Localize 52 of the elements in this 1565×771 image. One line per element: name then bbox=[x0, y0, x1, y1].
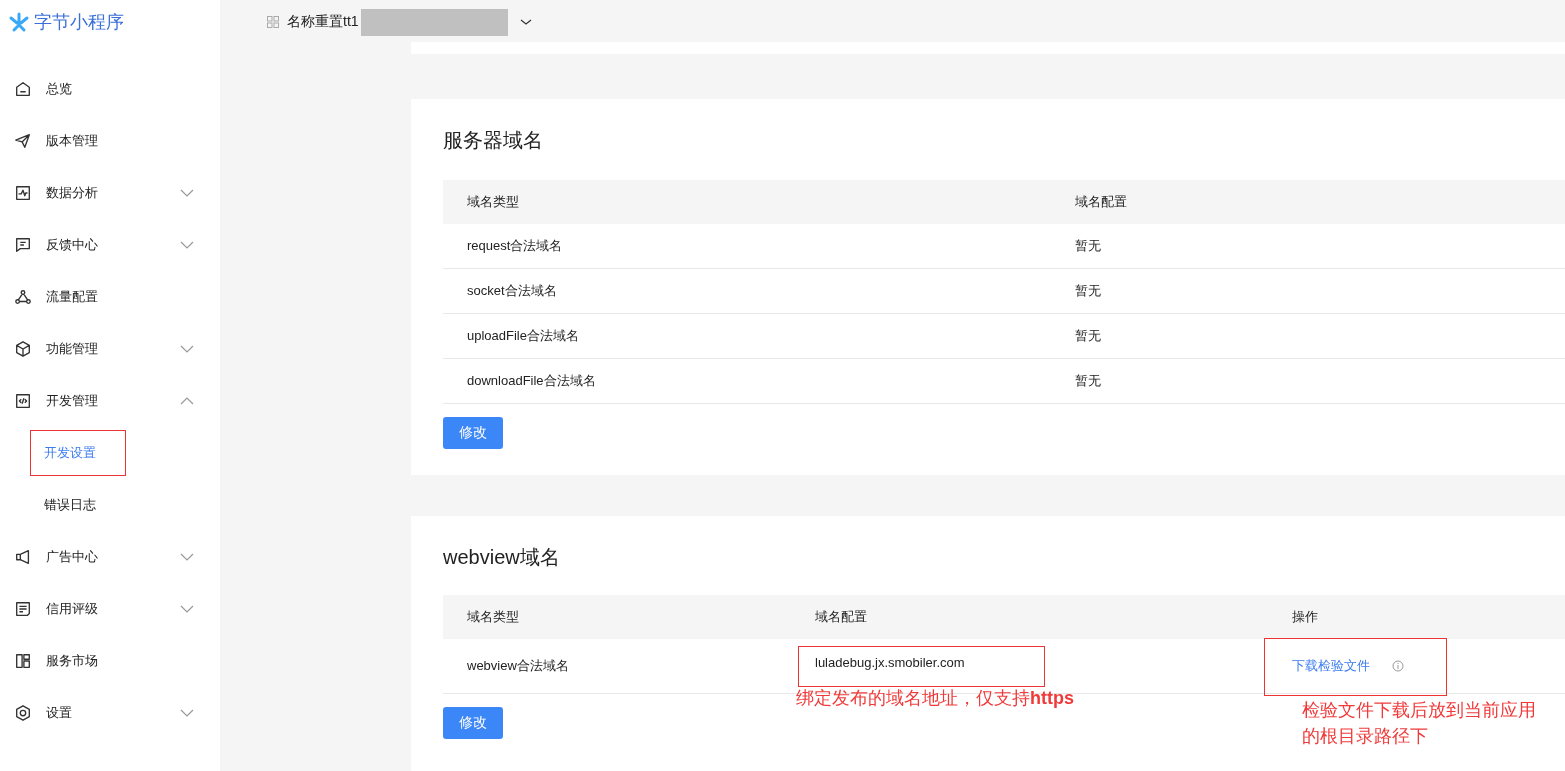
message-icon bbox=[14, 236, 32, 254]
annotation-text: 绑定发布的域名地址，仅支持https bbox=[796, 687, 1074, 710]
download-link[interactable]: 下载检验文件 bbox=[1292, 657, 1370, 675]
column-header: 域名配置 bbox=[1074, 193, 1128, 211]
hex-icon bbox=[14, 704, 32, 722]
edit-button[interactable]: 修改 bbox=[443, 707, 503, 739]
doc-icon bbox=[14, 600, 32, 618]
table-cell-text: socket合法域名 bbox=[466, 282, 558, 300]
speaker-icon bbox=[14, 548, 32, 566]
table-cell-text: 暂无 bbox=[1074, 327, 1102, 345]
nav-subitem[interactable]: 开发设置 bbox=[30, 430, 126, 476]
nav-item[interactable]: 开发管理 bbox=[0, 375, 220, 427]
nav-item[interactable]: 设置 bbox=[0, 687, 220, 739]
layout-icon bbox=[14, 652, 32, 670]
section-title: 服务器域名 bbox=[443, 128, 544, 153]
nav-item[interactable]: 信用评级 bbox=[0, 583, 220, 635]
table-cell-text: request合法域名 bbox=[466, 237, 564, 255]
send-icon bbox=[14, 132, 32, 150]
column-header: 域名配置 bbox=[814, 608, 868, 626]
chevron-icon[interactable] bbox=[519, 18, 532, 26]
table-cell-text: downloadFile合法域名 bbox=[466, 372, 597, 390]
nav-item[interactable]: 服务市场 bbox=[0, 635, 220, 687]
table-cell-text: uploadFile合法域名 bbox=[466, 327, 580, 345]
edit-button[interactable]: 修改 bbox=[443, 417, 503, 449]
column-header: 域名类型 bbox=[466, 193, 520, 211]
nav-item[interactable]: 反馈中心 bbox=[0, 219, 220, 271]
nav-item[interactable]: 版本管理 bbox=[0, 115, 220, 167]
grid-icon bbox=[267, 16, 279, 28]
chart-icon bbox=[14, 184, 32, 202]
section-title: webview域名 bbox=[443, 545, 561, 570]
column-header: 域名类型 bbox=[466, 608, 520, 626]
nodes-icon bbox=[14, 288, 32, 306]
code-icon bbox=[14, 392, 32, 410]
table-cell-text: 暂无 bbox=[1074, 282, 1102, 300]
table-cell-text: 暂无 bbox=[1074, 372, 1102, 390]
logo-text: 字节小程序 bbox=[34, 11, 124, 34]
nav-item[interactable]: 功能管理 bbox=[0, 323, 220, 375]
annotation-text: 检验文件下载后放到当前应用的根目录路径下 bbox=[1302, 699, 1537, 748]
nav-subitem[interactable]: 错误日志 bbox=[30, 482, 126, 528]
info-icon bbox=[1392, 660, 1404, 672]
nav-item[interactable]: 流量配置 bbox=[0, 271, 220, 323]
table-cell: luladebug.jx.smobiler.com bbox=[815, 654, 965, 670]
home-icon bbox=[14, 80, 32, 98]
nav-item[interactable]: 数据分析 bbox=[0, 167, 220, 219]
logo-icon bbox=[8, 11, 30, 33]
app-name[interactable]: 名称重置tt1 bbox=[287, 13, 359, 31]
column-header: 操作 bbox=[1291, 608, 1319, 626]
table-cell-text: 暂无 bbox=[1074, 237, 1102, 255]
table-cell-text: webview合法域名 bbox=[466, 657, 570, 675]
nav-item[interactable]: 总览 bbox=[0, 63, 220, 115]
cube-icon bbox=[14, 340, 32, 358]
nav-item[interactable]: 广告中心 bbox=[0, 531, 220, 583]
